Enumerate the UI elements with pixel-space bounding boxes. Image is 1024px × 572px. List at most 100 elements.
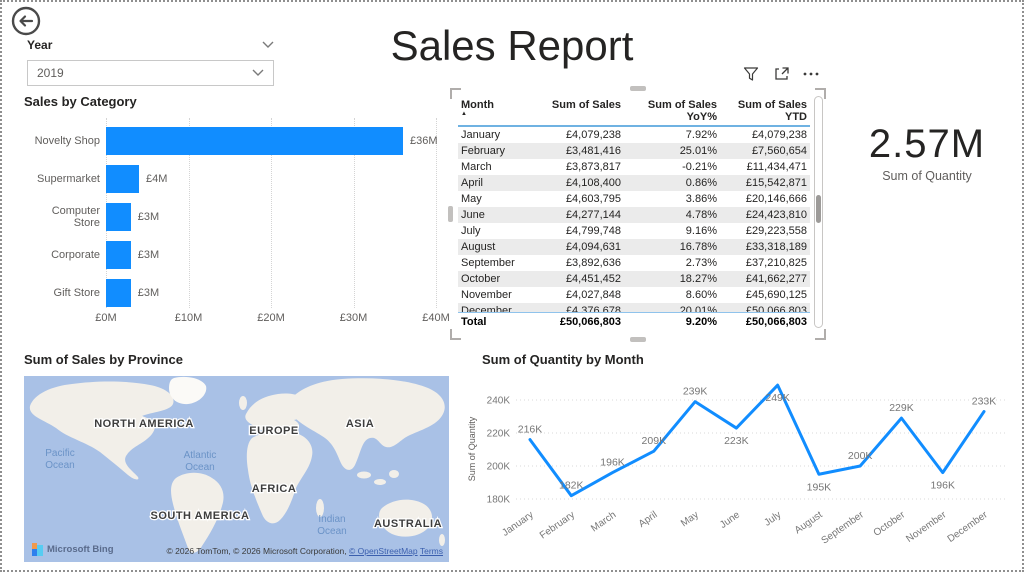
terms-link[interactable]: Terms <box>420 546 443 556</box>
table-cell: December <box>461 305 512 313</box>
bar[interactable] <box>106 279 131 307</box>
table-cell: 18.27% <box>679 273 717 285</box>
page-title: Sales Report <box>390 22 634 69</box>
table-cell: -0.21% <box>682 161 717 173</box>
line-chart-y-axis-title: Sum of Quantity <box>467 416 477 481</box>
table-row[interactable]: May £4,603,795 3.86% £20,146,666 <box>458 191 810 207</box>
bing-logo[interactable]: Microsoft Bing <box>32 543 114 556</box>
ocean-label: Indian <box>318 514 345 525</box>
table-row[interactable]: August £4,094,631 16.78% £33,318,189 <box>458 239 810 255</box>
table-body[interactable]: January £4,079,238 7.92% £4,079,238 February… <box>458 127 810 313</box>
ocean-label: Ocean <box>185 462 214 473</box>
table-column-header[interactable]: Month ▲ <box>458 97 536 124</box>
map-visual[interactable]: Sum of Sales by Province NORTH AMERICA E… <box>24 352 452 566</box>
line-chart-y-tick-label: 220K <box>487 429 511 440</box>
selection-handle-top[interactable] <box>630 86 646 91</box>
table-cell: 20.01% <box>679 305 717 313</box>
table-cell: £45,690,125 <box>745 289 807 301</box>
table-cell: £3,873,817 <box>565 161 621 173</box>
table-total-row: Total £50,066,803 9.20% £50,066,803 <box>458 313 810 331</box>
line-data-label: 223K <box>724 435 749 447</box>
selection-handle-left[interactable] <box>448 206 453 222</box>
sales-table: Month ▲ Sum of Sales Sum of Sales YoY% Sum o… <box>458 97 810 331</box>
quantity-card-visual[interactable]: 2.57M Sum of Quantity <box>852 122 1002 183</box>
line-data-label: 182K <box>559 480 584 492</box>
world-map[interactable]: NORTH AMERICA EUROPE ASIA AFRICA SOUTH AMERI… <box>24 376 449 562</box>
bar[interactable] <box>106 241 131 269</box>
table-cell: £15,542,871 <box>745 177 807 189</box>
focus-mode-icon[interactable] <box>772 65 790 83</box>
table-column-header[interactable]: Sum of Sales YTD <box>720 97 810 124</box>
table-scrollbar-thumb[interactable] <box>816 195 821 223</box>
line-chart-y-tick-label: 200K <box>487 462 511 473</box>
table-cell: October <box>461 273 501 285</box>
bar-row: Supermarket £4M <box>24 160 452 198</box>
line-data-label: 209K <box>642 435 667 447</box>
continent-label: SOUTH AMERICA <box>151 510 250 522</box>
chevron-down-icon <box>252 69 264 76</box>
sales-table-visual[interactable]: Month ▲ Sum of Sales Sum of Sales YoY% Sum o… <box>448 86 826 342</box>
table-row[interactable]: December £4,376,678 20.01% £50,066,803 <box>458 303 810 313</box>
line-chart-x-tick-label: January <box>500 509 535 538</box>
filter-icon[interactable] <box>742 65 760 83</box>
ocean-label: Pacific <box>45 448 74 459</box>
table-cell: £4,277,144 <box>565 209 621 221</box>
line-chart-x-tick-label: November <box>904 509 949 545</box>
table-cell: £4,094,631 <box>565 241 621 253</box>
continent-label: ASIA <box>346 418 374 430</box>
line-data-label: 200K <box>848 450 873 462</box>
bar-chart-visual[interactable]: Sales by Category Novelty Shop £36M Superm… <box>24 94 452 352</box>
table-cell: November <box>461 289 512 301</box>
line-chart-svg: 180K 200K 220K 240K Sum of Quantity 216K 182K 1… <box>467 383 1007 547</box>
bar-row: Computer Store £3M <box>24 198 452 236</box>
line-data-label: 229K <box>889 402 914 414</box>
bar-x-tick-label: £40M <box>422 312 450 324</box>
table-cell: £11,434,471 <box>746 161 807 173</box>
table-row[interactable]: January £4,079,238 7.92% £4,079,238 <box>458 127 810 143</box>
line-chart-x-tick-label: February <box>538 509 577 541</box>
bar-value-label: £3M <box>137 249 160 261</box>
selection-handle-bottom[interactable] <box>630 337 646 342</box>
table-cell: August <box>461 241 496 253</box>
continent-label: AFRICA <box>252 483 297 495</box>
line-chart-x-tick-label: April <box>637 509 660 529</box>
table-row[interactable]: April £4,108,400 0.86% £15,542,871 <box>458 175 810 191</box>
table-row[interactable]: March £3,873,817 -0.21% £11,434,471 <box>458 159 810 175</box>
bar-x-tick-label: £30M <box>339 312 368 324</box>
bar-row: Gift Store £3M <box>24 274 452 312</box>
ocean-label: Ocean <box>317 526 346 537</box>
bar[interactable] <box>106 165 139 193</box>
table-cell: £4,027,848 <box>565 289 621 301</box>
table-header-row[interactable]: Month ▲ Sum of Sales Sum of Sales YoY% Sum o… <box>458 97 810 127</box>
line-chart-visual[interactable]: Sum of Quantity by Month 180K 200K 220K 240… <box>462 352 1022 568</box>
line-series[interactable] <box>528 383 986 498</box>
table-row[interactable]: November £4,027,848 8.60% £45,690,125 <box>458 287 810 303</box>
table-row[interactable]: February £3,481,416 25.01% £7,560,654 <box>458 143 810 159</box>
bar-category-label: Supermarket <box>37 173 100 185</box>
table-column-header[interactable]: Sum of Sales <box>536 97 624 124</box>
table-cell: £4,376,678 <box>565 305 621 313</box>
table-column-header[interactable]: Sum of Sales YoY% <box>624 97 720 124</box>
sort-ascending-icon: ▲ <box>461 111 467 117</box>
table-cell: £41,662,277 <box>745 273 807 285</box>
table-row[interactable]: July £4,799,748 9.16% £29,223,558 <box>458 223 810 239</box>
table-total-cell: £50,066,803 <box>559 316 621 328</box>
bar-x-tick-label: £10M <box>174 312 203 324</box>
bar[interactable] <box>106 127 403 155</box>
selection-handle-bottom-right[interactable] <box>815 329 826 340</box>
table-cell: £20,146,666 <box>745 193 807 205</box>
openstreetmap-link[interactable]: © OpenStreetMap <box>349 546 418 556</box>
table-cell: February <box>461 145 506 157</box>
table-scrollbar[interactable] <box>814 96 823 328</box>
bar[interactable] <box>106 203 131 231</box>
table-total-cell: £50,066,803 <box>745 316 807 328</box>
table-cell: January <box>461 129 501 141</box>
table-total-cell: 9.20% <box>685 316 717 328</box>
table-row[interactable]: June £4,277,144 4.78% £24,423,810 <box>458 207 810 223</box>
table-cell: £50,066,803 <box>745 305 807 313</box>
more-options-icon[interactable] <box>802 65 820 83</box>
table-cell: March <box>461 161 492 173</box>
report-canvas: Year 2019 Sales Report Sales by Category… <box>0 0 1024 572</box>
table-row[interactable]: September £3,892,636 2.73% £37,210,825 <box>458 255 810 271</box>
table-row[interactable]: October £4,451,452 18.27% £41,662,277 <box>458 271 810 287</box>
